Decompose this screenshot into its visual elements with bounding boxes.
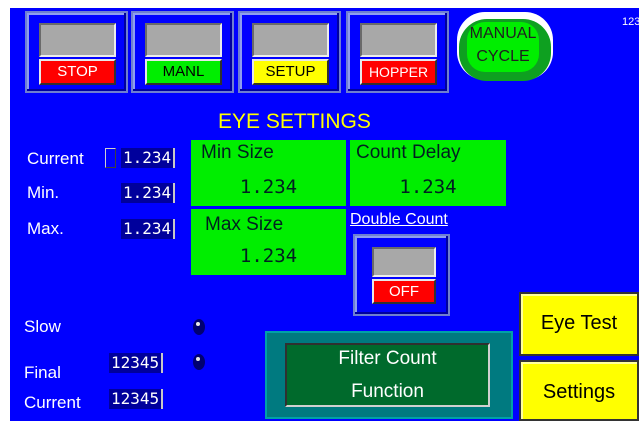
manual-cycle-text-2: CYCLE [476,48,530,65]
manual-lamp [145,23,222,57]
slow-indicator [193,319,205,335]
setup-lamp [252,23,329,57]
count-delay-label: Count Delay [356,142,461,163]
manual-label: MANL [145,59,222,85]
eye-min-label: Min. [27,183,60,202]
eye-min-value[interactable]: 1.234 [121,183,176,203]
settings-button[interactable]: Settings [519,360,639,421]
eye-current-checkbox[interactable] [105,148,116,168]
stop-lamp [39,23,116,57]
manual-cycle-text-1: MANUAL [469,25,537,42]
final-count-value: 12345 [109,353,164,373]
max-size-box[interactable]: Max Size 1.234 [191,209,346,275]
page-title: EYE SETTINGS [218,110,371,133]
manual-cycle-ring: MANUAL CYCLE [459,19,551,81]
count-delay-box[interactable]: Count Delay 1.234 [350,140,506,206]
manual-cycle-button[interactable]: MANUAL CYCLE [457,12,553,81]
corner-number: 123 [622,16,639,28]
manual-button[interactable]: MANL [131,11,234,93]
hopper-label: HOPPER [360,59,437,85]
stop-button[interactable]: STOP [25,11,128,93]
min-size-box[interactable]: Min Size 1.234 [191,140,346,206]
hmi-screen: 123 STOP MANL SETUP HOPPER MANUAL CYCLE … [10,8,639,421]
max-size-label: Max Size [205,214,284,235]
filter-count-line1: Filter Count [338,348,437,369]
final-indicator [193,354,205,370]
eye-max-label: Max. [27,219,64,238]
max-size-value: 1.234 [239,245,298,267]
double-count-toggle[interactable]: OFF [353,234,450,316]
current-count-value: 12345 [109,389,164,409]
hopper-button[interactable]: HOPPER [346,11,449,93]
double-count-label: Double Count [350,211,448,228]
eye-max-value[interactable]: 1.234 [121,219,176,239]
filter-count-panel[interactable]: Filter Count Function [265,331,513,419]
setup-label: SETUP [252,59,329,85]
hopper-lamp [360,23,437,57]
eye-test-button[interactable]: Eye Test [519,292,639,356]
current-count-label: Current [24,393,81,412]
eye-current-value: 1.234 [121,148,176,168]
filter-count-box: Filter Count Function [285,343,490,407]
slow-label: Slow [24,317,61,336]
filter-count-line2: Function [351,381,424,402]
setup-button[interactable]: SETUP [238,11,341,93]
double-count-state: OFF [372,279,436,304]
final-label: Final [24,363,61,382]
count-delay-value: 1.234 [399,176,457,198]
min-size-value: 1.234 [239,176,298,198]
manual-cycle-face: MANUAL CYCLE [467,22,539,72]
stop-label: STOP [39,59,116,85]
double-count-lamp [372,247,436,277]
min-size-label: Min Size [201,142,274,163]
eye-current-label: Current [27,149,84,168]
